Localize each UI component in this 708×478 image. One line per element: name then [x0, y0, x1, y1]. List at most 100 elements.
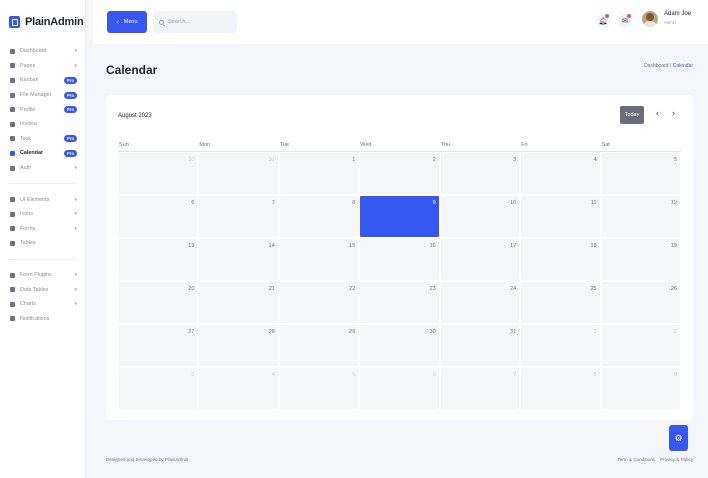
calendar-day[interactable]: 28: [199, 325, 278, 366]
next-month-button[interactable]: ›: [672, 108, 675, 118]
today-button[interactable]: Today: [620, 106, 644, 124]
calendar-day[interactable]: 30: [119, 153, 198, 194]
sidebar-item-profile[interactable]: Profile Pro: [0, 102, 85, 117]
day-number: 9: [432, 200, 436, 206]
day-number: 17: [510, 243, 517, 249]
gear-icon: ⚙: [674, 432, 683, 443]
calendar-day[interactable]: 6: [119, 196, 198, 237]
calendar-day-selected[interactable]: 9: [360, 196, 439, 237]
sidebar-item-dashboard[interactable]: Dashboard ▾: [0, 44, 85, 59]
calendar-day[interactable]: 7: [199, 196, 278, 237]
calendar-day[interactable]: 3: [440, 153, 520, 194]
calendar-day[interactable]: 3: [119, 368, 198, 409]
pro-badge: Pro: [64, 106, 77, 114]
notification-button[interactable]: 🔔︎: [596, 14, 610, 28]
sidebar-item-file-manager[interactable]: File Manager Pro: [0, 88, 85, 103]
sidebar-item-forms[interactable]: Forms ▾: [0, 222, 85, 237]
calendar-day[interactable]: 31: [440, 325, 520, 366]
calendar-day[interactable]: 19: [601, 239, 680, 280]
calendar-day[interactable]: 7: [440, 368, 520, 409]
calendar-day[interactable]: 4: [199, 368, 278, 409]
day-number: 11: [590, 200, 597, 206]
day-number: 1: [593, 329, 597, 335]
calendar-day[interactable]: 17: [440, 239, 520, 280]
sidebar-item-notifications[interactable]: Notifications: [0, 312, 85, 327]
bell-icon: 🔔︎: [598, 18, 608, 25]
brand[interactable]: PlainAdmin: [0, 0, 85, 44]
calendar-day[interactable]: 2: [601, 325, 680, 366]
calendar-day[interactable]: 4: [521, 153, 600, 194]
calendar-day[interactable]: 14: [199, 239, 278, 280]
pro-badge: Pro: [64, 76, 77, 84]
calendar-day[interactable]: 30: [360, 325, 439, 366]
calendar-day[interactable]: 9: [601, 368, 680, 409]
calendar-day[interactable]: 1: [279, 153, 359, 194]
sidebar-item-form-plugins[interactable]: Form Plugins ▾: [0, 268, 85, 283]
sidebar-item-label: Dashboard: [20, 48, 47, 55]
calendar-day[interactable]: 5: [601, 153, 680, 194]
messages-button[interactable]: ✉︎: [618, 14, 632, 28]
calendar-day[interactable]: 16: [360, 239, 439, 280]
sidebar-item-tables[interactable]: Tables: [0, 236, 85, 251]
sidebar-nav-plugins: Form Plugins ▾ Data Tables ▾ Charts ▾ Notifica…: [0, 268, 85, 326]
sidebar-item-label: Kanban: [20, 77, 39, 84]
calendar-day[interactable]: 13: [119, 239, 198, 280]
avatar[interactable]: [642, 11, 658, 27]
menu-button-label: Menu: [123, 19, 138, 25]
calendar-day[interactable]: 22: [279, 282, 359, 323]
calendar-day[interactable]: 6: [360, 368, 439, 409]
prev-month-button[interactable]: ‹: [656, 108, 659, 118]
sidebar-item-label: Charts: [20, 301, 36, 308]
calendar-day[interactable]: 8: [279, 196, 359, 237]
menu-toggle-button[interactable]: ‹ Menu: [107, 11, 147, 33]
sidebar-item-label: File Manager: [20, 92, 52, 99]
calendar-day[interactable]: 5: [279, 368, 359, 409]
day-number: 3: [191, 372, 195, 378]
day-number: 8: [593, 372, 597, 378]
sidebar-item-charts[interactable]: Charts ▾: [0, 297, 85, 312]
sidebar-item-label: Calendar: [20, 150, 44, 157]
sidebar-item-label: UI Elements: [20, 196, 50, 203]
search-placeholder: Search...: [168, 19, 191, 25]
sidebar-item-kanban[interactable]: Kanban Pro: [0, 73, 85, 88]
calendar-day[interactable]: 18: [521, 239, 600, 280]
calendar-day[interactable]: 29: [279, 325, 359, 366]
calendar-day[interactable]: 31: [199, 153, 278, 194]
sidebar-item-data-tables[interactable]: Data Tables ▾: [0, 282, 85, 297]
privacy-link[interactable]: Privacy & Policy: [660, 457, 693, 462]
calendar-day[interactable]: 11: [521, 196, 600, 237]
calendar-day[interactable]: 8: [521, 368, 600, 409]
day-number: 23: [429, 286, 436, 292]
sidebar-item-calendar[interactable]: Calendar Pro: [0, 146, 85, 161]
calendar-day[interactable]: 25: [521, 282, 600, 323]
day-number: 14: [268, 243, 275, 249]
calendar-day[interactable]: 1: [521, 325, 600, 366]
terms-link[interactable]: Term & Conditions: [618, 457, 656, 462]
sidebar-item-pages[interactable]: Pages ▾: [0, 59, 85, 74]
pro-badge: Pro: [64, 91, 77, 99]
sidebar-item-icons[interactable]: Icons ▾: [0, 207, 85, 222]
breadcrumb-root[interactable]: Dashboard: [644, 63, 668, 69]
calendar-day[interactable]: 23: [360, 282, 439, 323]
calendar-day[interactable]: 15: [279, 239, 359, 280]
calendar-week-row: 27 28 29 30 31 1 2: [118, 324, 681, 367]
sidebar-item-auth[interactable]: Auth ▾: [0, 161, 85, 176]
calendar-day[interactable]: 27: [119, 325, 198, 366]
calendar-day[interactable]: 24: [440, 282, 520, 323]
day-number: 28: [268, 329, 275, 335]
user-name[interactable]: Adam Joe: [664, 11, 691, 17]
calendar-day[interactable]: 26: [601, 282, 680, 323]
calendar-day[interactable]: 21: [199, 282, 278, 323]
calendar-day[interactable]: 20: [119, 282, 198, 323]
sidebar-item-task[interactable]: Task Pro: [0, 132, 85, 147]
calendar-week-row: 20 21 22 23 24 25 26: [118, 281, 681, 324]
sidebar-item-invoice[interactable]: Invoice: [0, 117, 85, 132]
calendar-day[interactable]: 12: [601, 196, 680, 237]
settings-button[interactable]: ⚙: [669, 425, 688, 451]
day-number: 15: [349, 243, 356, 249]
calendar-day[interactable]: 2: [360, 153, 439, 194]
weekday-label: Tue: [279, 142, 290, 148]
search-input[interactable]: Search...: [153, 11, 237, 33]
calendar-day[interactable]: 10: [440, 196, 520, 237]
sidebar-item-ui-elements[interactable]: UI Elements ▾: [0, 192, 85, 207]
